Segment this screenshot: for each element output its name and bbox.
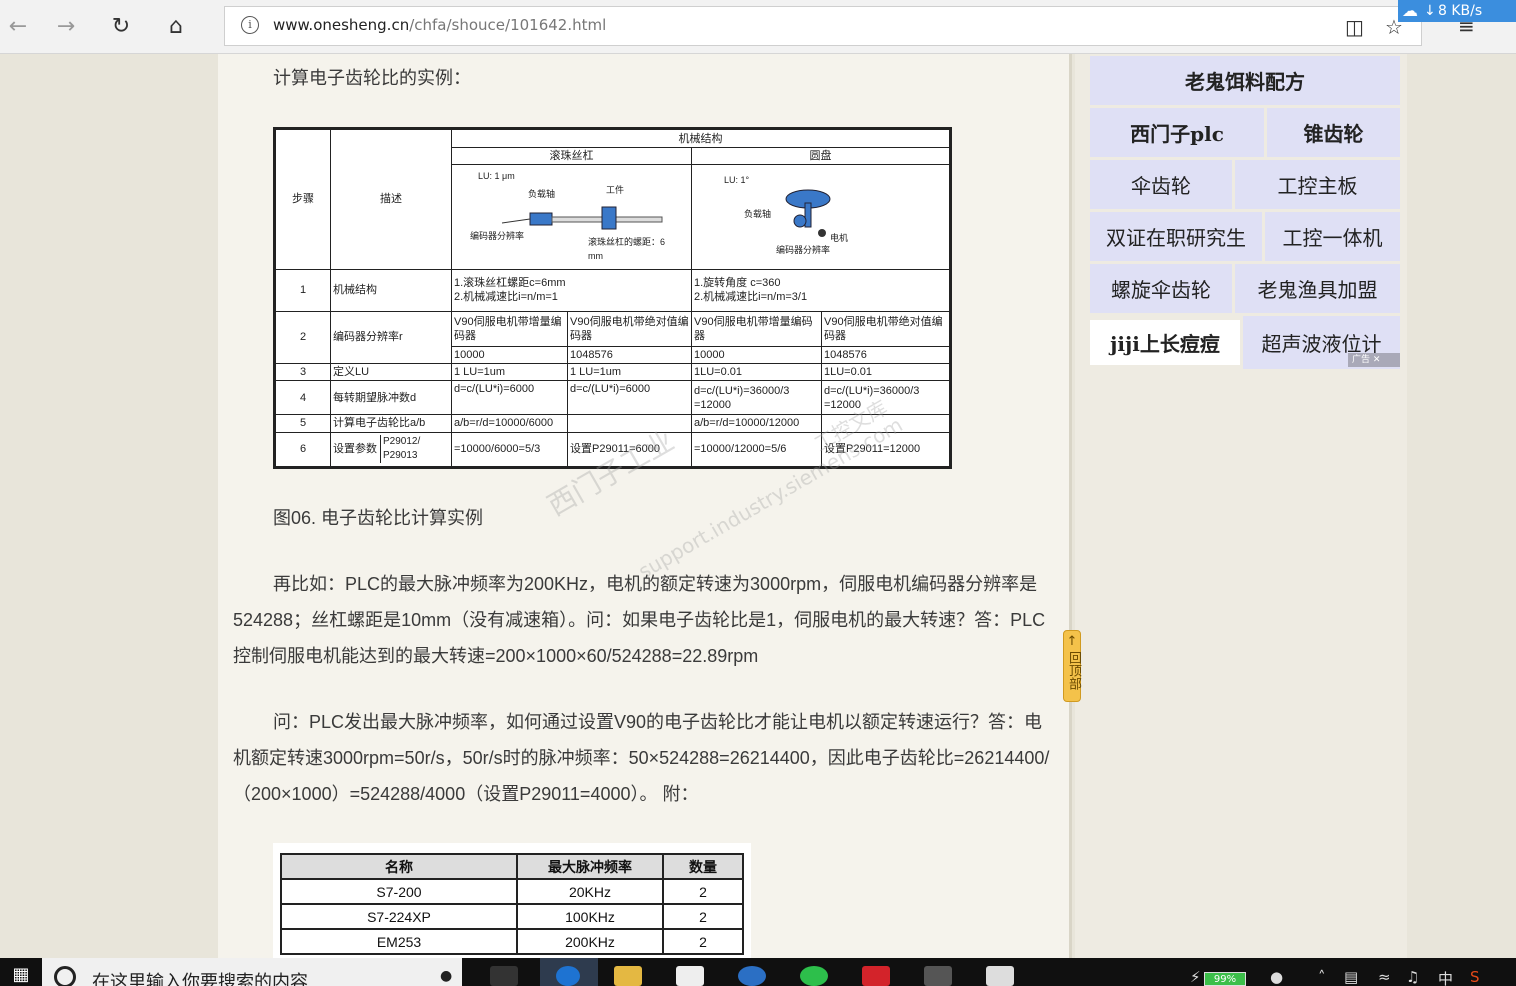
cloud-icon: ☁ [1402,1,1418,20]
ad-link-2[interactable]: 锥齿轮 [1267,108,1400,157]
ad-title-link[interactable]: 老鬼饵料配方 [1090,56,1400,105]
ime-indicator[interactable]: 中 [1438,968,1453,986]
ad-link-3[interactable]: 伞齿轮 [1090,160,1232,209]
store-icon[interactable] [676,966,704,986]
people-icon[interactable]: ● [1270,968,1283,986]
paragraph-max-speed: 再比如：PLC的最大脉冲频率为200KHz，电机的额定转速为3000rpm，伺服… [233,574,1046,666]
v-app-icon[interactable] [924,966,952,986]
ad-link-6[interactable]: 工控一体机 [1265,212,1400,261]
windows-start-icon[interactable]: ▦ [0,958,42,986]
pulse-frequency-table-image: 名称 最大脉冲频率 数量 S7-200 20KHz 2 S7-224XP 100… [273,843,751,958]
volume-icon[interactable]: ♫ [1406,968,1419,986]
ad-badge[interactable]: 广告 ✕ [1348,353,1400,367]
address-bar[interactable]: i www.onesheng.cn/chfa/shouce/101642.htm… [224,6,1422,46]
header-ballscrew: 滚珠丝杠 [451,147,692,166]
figure-caption: 图06. 电子齿轮比计算实例 [273,508,484,528]
disc-diagram: LU: 1° 负载轴 电机 编码器分辨率 [691,164,950,270]
url-text[interactable]: www.onesheng.cn/chfa/shouce/101642.html [273,16,606,34]
sogou-icon[interactable]: S [1470,968,1480,986]
battery-icon[interactable]: 99% [1204,972,1246,986]
table-row: S7-224XP 100KHz 2 [280,903,744,930]
back-to-top-button[interactable]: ↑ 回顶部 [1063,630,1081,702]
header-desc: 描述 [330,129,452,270]
download-speed-badge: ☁ ↓ 8 KB/s [1398,0,1516,22]
header-disc: 圆盘 [691,147,950,166]
ad-link-4[interactable]: 工控主板 [1235,160,1400,209]
table-row: EM253 200KHz 2 [280,928,744,955]
up-arrow-icon: ↑ [1066,634,1078,649]
power-icon[interactable]: ⚡ [1190,968,1201,986]
cortana-icon [54,966,76,986]
wechat-icon[interactable] [800,966,828,986]
wifi-icon[interactable]: ≈ [1378,968,1391,986]
ad-link-7[interactable]: 螺旋伞齿轮 [1090,264,1232,313]
reading-view-icon[interactable]: ◫ [1345,15,1364,39]
tray-chevron-icon[interactable]: ˄ [1318,968,1326,986]
ad-close-icon[interactable]: ✕ [1373,355,1381,365]
header-max-freq: 最大脉冲频率 [516,853,664,880]
intro-text: 计算电子齿轮比的实例： [273,68,471,88]
microphone-icon[interactable]: ● [440,968,452,984]
red-app-icon[interactable] [862,966,890,986]
file-explorer-icon[interactable] [614,966,642,986]
header-mech: 机械结构 [451,128,950,149]
ad-link-5[interactable]: 双证在职研究生 [1090,212,1262,261]
ad-link-9[interactable]: jiji上长痘痘 [1090,320,1240,365]
windows-taskbar: ▦ 在这里输入你要搜索的内容 ● ⚡ 99% ● ˄ ▤ ≈ ♫ 中 S [0,958,1516,986]
clock-app-icon[interactable] [738,966,766,986]
network-icon[interactable]: ▤ [1344,968,1358,986]
table-row: S7-200 20KHz 2 [280,878,744,905]
header-name: 名称 [280,853,518,880]
forward-icon[interactable]: → [48,8,84,44]
browser-toolbar: ← → ↻ ⌂ i www.onesheng.cn/chfa/shouce/10… [0,0,1516,54]
ballscrew-diagram: LU: 1 μm 负载轴 工件 编码器分辨率 滚珠丝杠的螺距：6 mm [451,164,692,270]
ad-link-1[interactable]: 西门子plc [1090,108,1264,157]
header-qty: 数量 [662,853,744,880]
back-icon[interactable]: ← [0,8,36,44]
paragraph-gear-setting: 问：PLC发出最大脉冲频率，如何通过设置V90的电子齿轮比才能让电机以额定转速运… [233,712,1050,804]
ad-link-8[interactable]: 老鬼渔具加盟 [1235,264,1400,313]
column-divider [1069,54,1072,958]
gear-ratio-figure: 步骤 描述 机械结构 滚珠丝杠 圆盘 LU: 1 μm 负载轴 工件 编码器分辨… [273,127,952,469]
home-icon[interactable]: ⌂ [158,8,194,44]
taskbar-search-box[interactable]: 在这里输入你要搜索的内容 ● [42,958,462,986]
calculator-icon[interactable] [986,966,1014,986]
task-view-icon[interactable] [490,966,518,986]
edge-icon[interactable] [540,958,598,986]
header-step: 步骤 [275,129,331,270]
site-info-icon[interactable]: i [241,16,259,34]
download-arrow-icon: ↓ [1424,3,1436,19]
refresh-icon[interactable]: ↻ [103,8,139,44]
